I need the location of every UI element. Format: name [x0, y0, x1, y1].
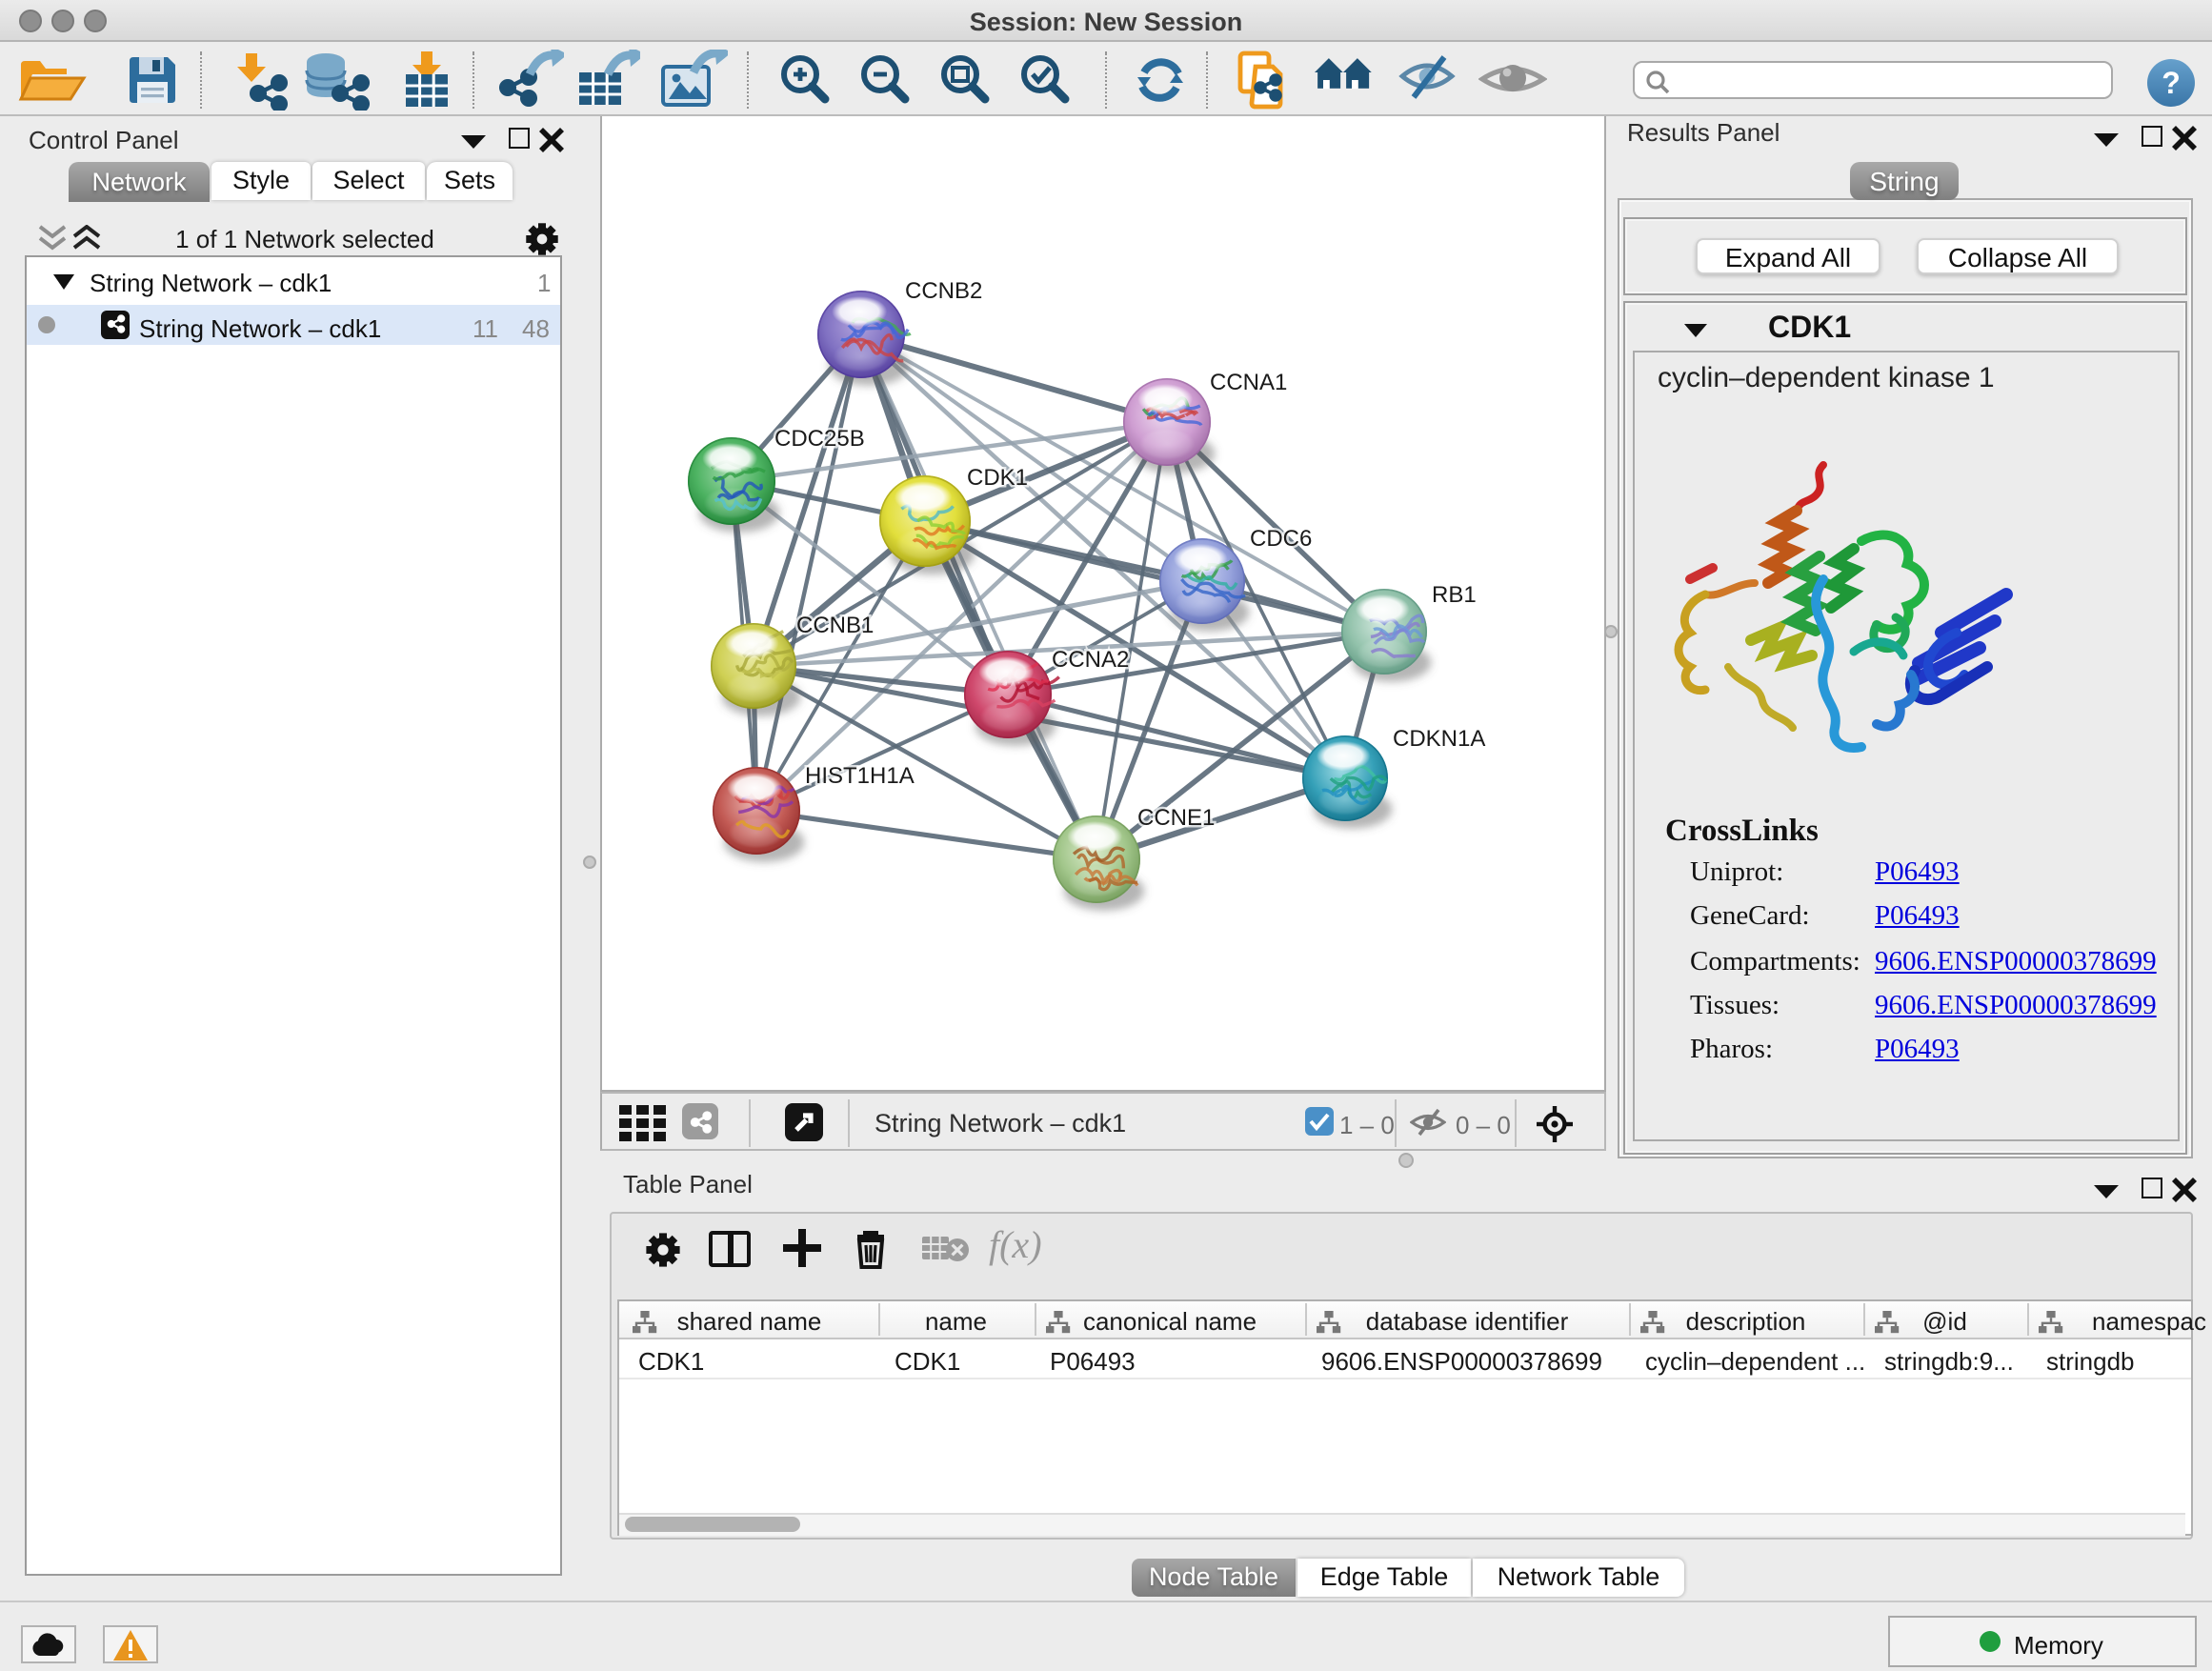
svg-text:CCNB1: CCNB1 — [796, 613, 874, 638]
svg-text:CDC25B: CDC25B — [774, 426, 865, 452]
svg-text:HIST1H1A: HIST1H1A — [805, 763, 915, 789]
svg-text:CCNA1: CCNA1 — [1210, 370, 1287, 395]
svg-text:CDK1: CDK1 — [967, 465, 1028, 491]
svg-text:CDKN1A: CDKN1A — [1393, 726, 1485, 752]
svg-text:CCNE1: CCNE1 — [1137, 805, 1215, 831]
svg-text:?: ? — [2162, 66, 2181, 100]
svg-text:CCNA2: CCNA2 — [1052, 647, 1129, 673]
svg-text:CCNB2: CCNB2 — [905, 278, 982, 304]
svg-text:CDC6: CDC6 — [1250, 526, 1312, 552]
svg-text:RB1: RB1 — [1432, 582, 1477, 608]
